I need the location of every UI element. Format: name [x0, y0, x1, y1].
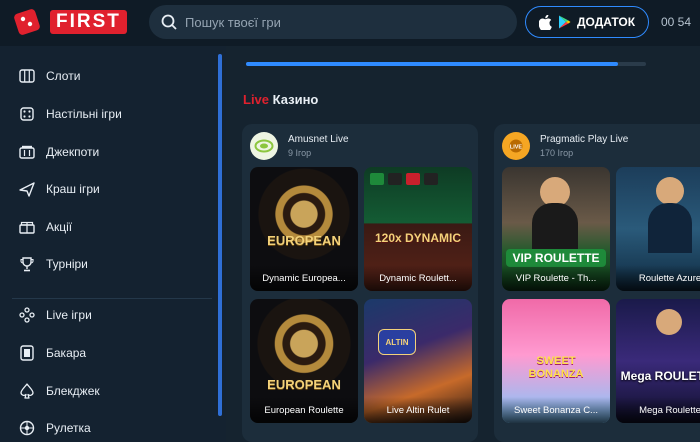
sidebar-item-label: Краш ігри: [46, 182, 100, 196]
sidebar-divider: [12, 298, 212, 299]
sidebar-item-label: Настільні ігри: [46, 107, 122, 121]
game-title: Dynamic Europea...: [250, 265, 358, 291]
game-title: Sweet Bonanza C...: [502, 397, 610, 423]
game-art-title: 120x DYNAMIC: [374, 231, 462, 245]
provider-name: Pragmatic Play Live: [540, 134, 629, 145]
game-title: Mega Roulette: [616, 397, 700, 423]
slot-icon: [18, 67, 36, 85]
main-content: Live Казино Amusnet Live 9 Ігор EUROPEAN…: [226, 46, 700, 442]
pragmatic-logo-icon: LIVE: [502, 132, 530, 160]
game-title: Live Altin Rulet: [364, 397, 472, 423]
spade-icon: [18, 382, 36, 400]
sidebar-item-label: Джекпоти: [46, 145, 100, 159]
sidebar-item-label: Рулетка: [46, 421, 91, 435]
sidebar-item-label: Слоти: [46, 69, 81, 83]
provider-card-amusnet: Amusnet Live 9 Ігор EUROPEAN Dynamic Eur…: [242, 124, 478, 442]
game-card[interactable]: VIP ROULETTE VIP Roulette - Th...: [502, 167, 610, 291]
progress-fill: [246, 62, 618, 66]
section-title: Live Казино: [243, 92, 318, 107]
sidebar-item-roulette[interactable]: Рулетка: [18, 417, 91, 439]
sidebar-item-crash-games[interactable]: Краш ігри: [18, 178, 100, 200]
sidebar-item-label: Блекджек: [46, 384, 100, 398]
game-art-title: Mega ROULETTE: [620, 369, 700, 383]
dice-logo-icon: [12, 7, 46, 37]
provider-header[interactable]: Amusnet Live 9 Ігор: [250, 132, 349, 160]
amusnet-logo-icon: [250, 132, 278, 160]
brand-logo[interactable]: FIRST: [12, 7, 127, 37]
sidebar-item-blackjack[interactable]: Блекджек: [18, 380, 100, 402]
carousel-progress-bar: [246, 62, 646, 66]
section-title-rest: Казино: [272, 92, 319, 107]
game-art-title: SWEET BONANZA: [528, 355, 584, 380]
provider-name: Amusnet Live: [288, 134, 349, 145]
game-art-title: EUROPEAN: [267, 377, 341, 392]
game-card[interactable]: EUROPEAN Dynamic Europea...: [250, 167, 358, 291]
game-card[interactable]: SWEET BONANZA Sweet Bonanza C...: [502, 299, 610, 423]
top-bar: FIRST ДОДАТОК 00 54: [0, 0, 700, 46]
dice-icon: [18, 105, 36, 123]
sidebar-item-tournaments[interactable]: Турніри: [18, 253, 88, 275]
game-art-title: EUROPEAN: [267, 233, 341, 248]
roulette-icon: [18, 419, 36, 437]
sidebar-item-label: Live ігри: [46, 308, 92, 322]
game-card[interactable]: EUROPEAN European Roulette: [250, 299, 358, 423]
section-title-live: Live: [243, 92, 270, 107]
sidebar-item-slots[interactable]: Слоти: [18, 65, 80, 87]
game-card[interactable]: Mega ROULETTE Mega Roulette: [616, 299, 700, 423]
game-art-badges: [370, 173, 438, 185]
dealer-avatar: [656, 309, 682, 335]
sidebar-item-label: Бакара: [46, 346, 87, 360]
trophy-icon: [18, 255, 36, 273]
live-icon: [18, 306, 36, 324]
sidebar-item-label: Турніри: [46, 257, 88, 271]
game-title: Roulette Azure: [616, 265, 700, 291]
game-art-title: ALTIN: [378, 329, 416, 355]
svg-text:LIVE: LIVE: [510, 145, 523, 151]
sidebar-item-table-games[interactable]: Настільні ігри: [18, 103, 122, 125]
dealer-body: [648, 203, 692, 253]
game-title: VIP Roulette - Th...: [502, 265, 610, 291]
game-title: Dynamic Roulett...: [364, 265, 472, 291]
provider-header[interactable]: LIVE Pragmatic Play Live 170 Ігор: [502, 132, 628, 160]
plane-icon: [18, 180, 36, 198]
search-bar[interactable]: [149, 5, 517, 39]
app-download-button[interactable]: ДОДАТОК: [525, 6, 649, 38]
search-input[interactable]: [185, 14, 485, 30]
game-card[interactable]: Roulette Azure: [616, 167, 700, 291]
sidebar-scrollbar[interactable]: [218, 54, 222, 416]
app-button-label: ДОДАТОК: [576, 15, 636, 29]
game-card[interactable]: 120x DYNAMIC Dynamic Roulett...: [364, 167, 472, 291]
sidebar-item-label: Акції: [46, 220, 73, 234]
provider-game-count: 170 Ігор: [540, 148, 574, 158]
search-icon: [161, 14, 177, 30]
game-card[interactable]: ALTIN Live Altin Rulet: [364, 299, 472, 423]
game-title: European Roulette: [250, 397, 358, 423]
sidebar-item-live-games[interactable]: Live ігри: [18, 304, 92, 326]
brand-name: FIRST: [50, 10, 127, 34]
apple-icon: [538, 14, 552, 30]
baccarat-icon: [18, 344, 36, 362]
provider-game-count: 9 Ігор: [288, 148, 312, 158]
dealer-body: [532, 203, 578, 251]
sidebar-item-jackpots[interactable]: Джекпоти: [18, 141, 99, 163]
dealer-avatar: [656, 177, 684, 205]
sidebar-item-baccarat[interactable]: Бакара: [18, 342, 86, 364]
provider-card-pragmatic: LIVE Pragmatic Play Live 170 Ігор VIP RO…: [494, 124, 700, 442]
sidebar: Слоти Настільні ігри Джекпоти Краш ігри …: [0, 46, 226, 442]
sidebar-item-promotions[interactable]: Акції: [18, 216, 72, 238]
clock: 00 54: [661, 15, 692, 29]
promo-icon: [18, 218, 36, 236]
google-play-icon: [558, 15, 571, 29]
jackpot-icon: [18, 143, 36, 161]
